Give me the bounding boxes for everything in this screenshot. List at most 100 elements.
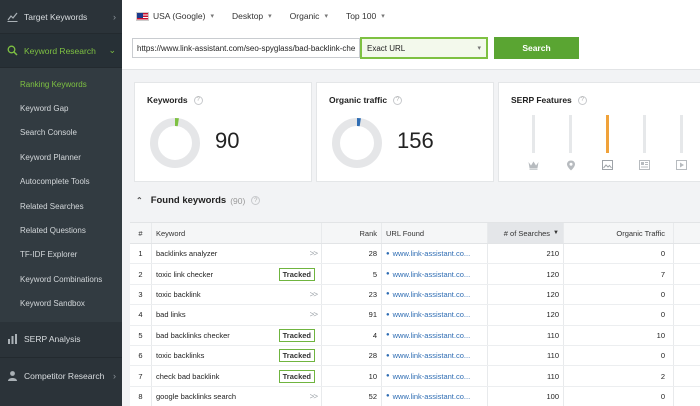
search-button[interactable]: Search [494,37,579,59]
table-row[interactable]: 6 toxic backlinks Tracked 28 ● www.link-assis… [130,345,700,367]
url-link[interactable]: ● www.link-assistant.co... [386,310,470,319]
sidebar-item-keyword-combinations[interactable]: Keyword Combinations [0,267,122,291]
serp-feature-column [626,115,663,171]
device-dropdown[interactable]: Desktop ▾ [232,11,272,21]
sidebar-section-keyword-research[interactable]: Keyword Research ⌄ [0,34,122,68]
add-to-tracking-icon[interactable]: >> [310,392,318,401]
add-to-tracking-icon[interactable]: >> [310,249,318,258]
tracked-badge[interactable]: Tracked [278,328,315,342]
keyword-text: bad backlinks checker [156,330,230,340]
table-row[interactable]: 1 backlinks analyzer >> 28 ● www.link-assista… [130,244,700,265]
tracked-badge[interactable]: Tracked [278,267,315,281]
keyword-text: toxic backlink [156,289,201,299]
help-icon[interactable]: ? [577,95,587,105]
table-row[interactable]: 8 google backlinks search >> 52 ● www.link-as… [130,386,700,406]
add-to-tracking-icon[interactable]: >> [310,290,318,299]
link-bullet-icon: ● [386,271,390,278]
url-link[interactable]: ● www.link-assistant.co... [386,270,470,279]
help-icon[interactable]: ? [193,95,203,105]
column-header-traffic[interactable]: Organic Traffic [564,223,674,243]
sidebar-item-keyword-gap[interactable]: Keyword Gap [0,96,122,120]
url-link[interactable]: ● www.link-assistant.co... [386,351,470,360]
table-row[interactable]: 3 toxic backlink >> 23 ● www.link-assistant.c… [130,284,700,306]
sidebar-item-ranking-keywords[interactable]: Ranking Keywords [0,72,122,96]
rank-cell: 10 [322,366,382,386]
url-input[interactable] [132,38,360,58]
chevron-right-icon: › [113,11,116,22]
location-pin-icon [565,159,577,171]
video-icon [676,159,688,171]
sidebar-section-label: SERP Analysis [24,334,81,345]
help-icon[interactable]: ? [393,95,403,105]
url-link-text: www.link-assistant.co... [392,371,471,381]
organic-traffic-card: Organic traffic ? 156 [316,82,494,182]
serp-feature-bar [532,115,535,153]
url-cell: ● www.link-assistant.co... [382,325,488,345]
url-link-text: www.link-assistant.co... [392,330,471,340]
rank-cell: 23 [322,284,382,305]
url-mode-dropdown[interactable]: Exact URL ▾ [360,37,488,59]
row-number: 3 [130,284,152,305]
tracked-badge[interactable]: Tracked [278,349,315,363]
keyword-cell: toxic backlinks Tracked [152,345,322,366]
sidebar-item-autocomplete-tools[interactable]: Autocomplete Tools [0,170,122,194]
type-dropdown[interactable]: Organic ▾ [290,11,328,21]
url-link[interactable]: ● www.link-assistant.co... [386,392,470,401]
top-dropdown[interactable]: Top 100 ▾ [346,11,385,21]
column-header-searches[interactable]: # of Searches ▼ [488,223,564,243]
sidebar-item-tf-idf-explorer[interactable]: TF-IDF Explorer [0,243,122,267]
sidebar-item-keyword-sandbox[interactable]: Keyword Sandbox [0,292,122,316]
help-icon[interactable]: ? [251,196,261,205]
table-row[interactable]: 4 bad links >> 91 ● www.link-assistant.co... 1… [130,305,700,326]
searches-cell: 110 [488,366,564,386]
bar-chart-icon [6,333,18,345]
traffic-cell: 0 [564,386,674,406]
keyword-cell: backlinks analyzer >> [152,244,322,264]
url-link[interactable]: ● www.link-assistant.co... [386,290,470,299]
column-header-rank[interactable]: Rank [322,223,382,243]
table-row[interactable]: 2 toxic link checker Tracked 5 ● www.link-ass… [130,264,700,285]
sidebar-item-related-questions[interactable]: Related Questions [0,218,122,242]
link-bullet-icon: ● [386,373,390,380]
row-spacer [674,264,700,283]
table-header: # Keyword Rank URL Found # of Searches ▼… [130,222,700,244]
keywords-donut [150,117,200,168]
sidebar-section-target-keywords[interactable]: Target Keywords › [0,0,122,34]
url-cell: ● www.link-assistant.co... [382,244,488,264]
column-header-num[interactable]: # [130,223,152,243]
chevron-right-icon: › [113,370,116,381]
column-header-keyword[interactable]: Keyword [152,223,322,243]
card-title-text: Keywords [147,95,188,105]
table-row[interactable]: 5 bad backlinks checker Tracked 4 ● www.link-… [130,325,700,346]
url-link[interactable]: ● www.link-assistant.co... [386,249,470,258]
collapse-icon[interactable]: ⌃ [136,196,143,205]
sidebar-item-related-searches[interactable]: Related Searches [0,194,122,218]
serp-feature-column [515,115,552,171]
serp-feature-column [589,115,626,171]
sidebar-item-search-console[interactable]: Search Console [0,121,122,145]
sidebar-item-keyword-planner[interactable]: Keyword Planner [0,145,122,169]
link-bullet-icon: ● [386,332,390,339]
table-row[interactable]: 7 check bad backlink Tracked 10 ● www.link-as… [130,366,700,387]
keyword-cell: bad backlinks checker Tracked [152,325,322,345]
chevron-down-icon: ▾ [477,45,481,52]
found-keywords-count: (90) [230,195,246,206]
url-link[interactable]: ● www.link-assistant.co... [386,372,470,381]
sidebar-section-label: Competitor Research [24,370,105,381]
sidebar-section-competitor-research[interactable]: Competitor Research › [0,358,122,394]
link-bullet-icon: ● [386,352,390,359]
url-link[interactable]: ● www.link-assistant.co... [386,331,470,340]
keyword-text: backlinks analyzer [156,249,218,259]
card-title-text: SERP Features [511,95,572,105]
column-header-url[interactable]: URL Found [382,223,488,243]
searches-cell: 120 [488,284,564,305]
searches-cell: 100 [488,386,564,406]
traffic-cell: 0 [564,244,674,264]
keyword-text: bad links [156,310,186,320]
sidebar-section-serp-analysis[interactable]: SERP Analysis [0,322,122,358]
country-dropdown[interactable]: USA (Google) ▾ [136,11,214,21]
keyword-cell: toxic backlink >> [152,284,322,305]
tracked-badge[interactable]: Tracked [278,369,315,383]
traffic-cell: 2 [564,366,674,386]
add-to-tracking-icon[interactable]: >> [310,310,318,319]
